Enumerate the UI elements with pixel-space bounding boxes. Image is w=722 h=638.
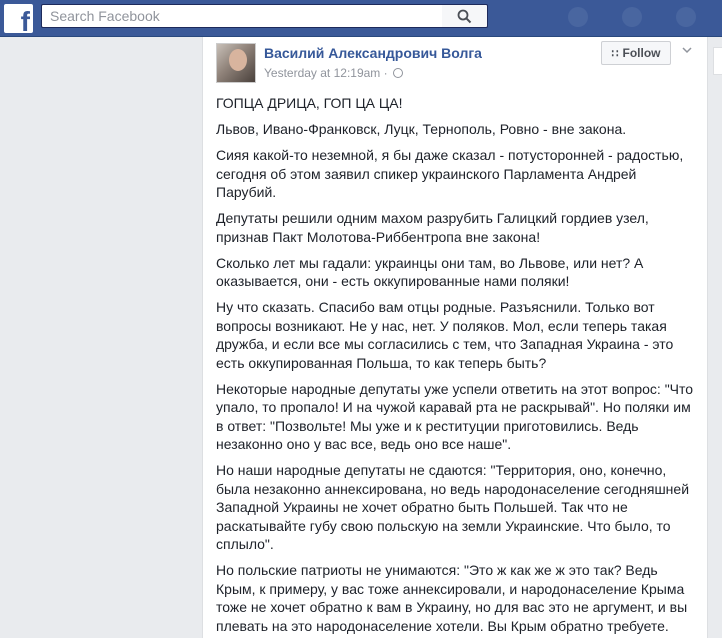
search-input[interactable] xyxy=(41,4,442,28)
follow-button[interactable]: ∷ Follow xyxy=(601,41,671,65)
top-navigation-bar: f xyxy=(0,0,722,37)
post-paragraph: Но польские патриоты не унимаются: "Это … xyxy=(216,562,688,634)
post-card: Василий Александрович Волга Yesterday at… xyxy=(202,37,708,638)
blurred-nav-icon xyxy=(622,7,642,27)
follow-button-label: Follow xyxy=(622,46,661,60)
blurred-nav-icon xyxy=(568,7,588,27)
separator-dot: · xyxy=(383,66,388,80)
post-body: ГОПЦА ДРИЦА, ГОП ЦА ЦА! Львов, Ивано-Фра… xyxy=(216,94,696,638)
post-paragraph: Некоторые народные депутаты уже успели о… xyxy=(216,380,694,453)
timestamp-text: Yesterday at 12:19am xyxy=(264,66,381,80)
chevron-down-icon[interactable] xyxy=(680,43,694,57)
post-paragraph: Сколько лет мы гадали: украинцы они там,… xyxy=(216,254,644,290)
post-paragraph: Но наши народные депутаты не сдаются: "Т… xyxy=(216,462,690,552)
rss-icon: ∷ xyxy=(611,47,619,60)
magnifier-icon xyxy=(457,9,472,24)
post-paragraph: Львов, Ивано-Франковск, Луцк, Тернополь,… xyxy=(216,121,627,137)
right-sidebar-box xyxy=(713,47,722,75)
post-paragraph: ГОПЦА ДРИЦА, ГОП ЦА ЦА! xyxy=(216,95,403,111)
facebook-logo-letter: f xyxy=(20,6,30,37)
blurred-nav-icon xyxy=(676,7,696,27)
post-paragraph: Ну что сказать. Спасибо вам отцы родные.… xyxy=(216,299,674,371)
author-name-link[interactable]: Василий Александрович Волга xyxy=(264,45,482,61)
post-timestamp[interactable]: Yesterday at 12:19am · xyxy=(264,66,403,80)
post-paragraph: Депутаты решили одним махом разрубить Га… xyxy=(216,210,649,245)
search-button[interactable] xyxy=(442,4,488,28)
globe-icon xyxy=(393,68,403,78)
post-paragraph: Сияя какой-то неземной, я бы даже сказал… xyxy=(216,147,684,200)
author-avatar[interactable] xyxy=(216,43,256,83)
facebook-logo[interactable]: f xyxy=(4,4,33,37)
